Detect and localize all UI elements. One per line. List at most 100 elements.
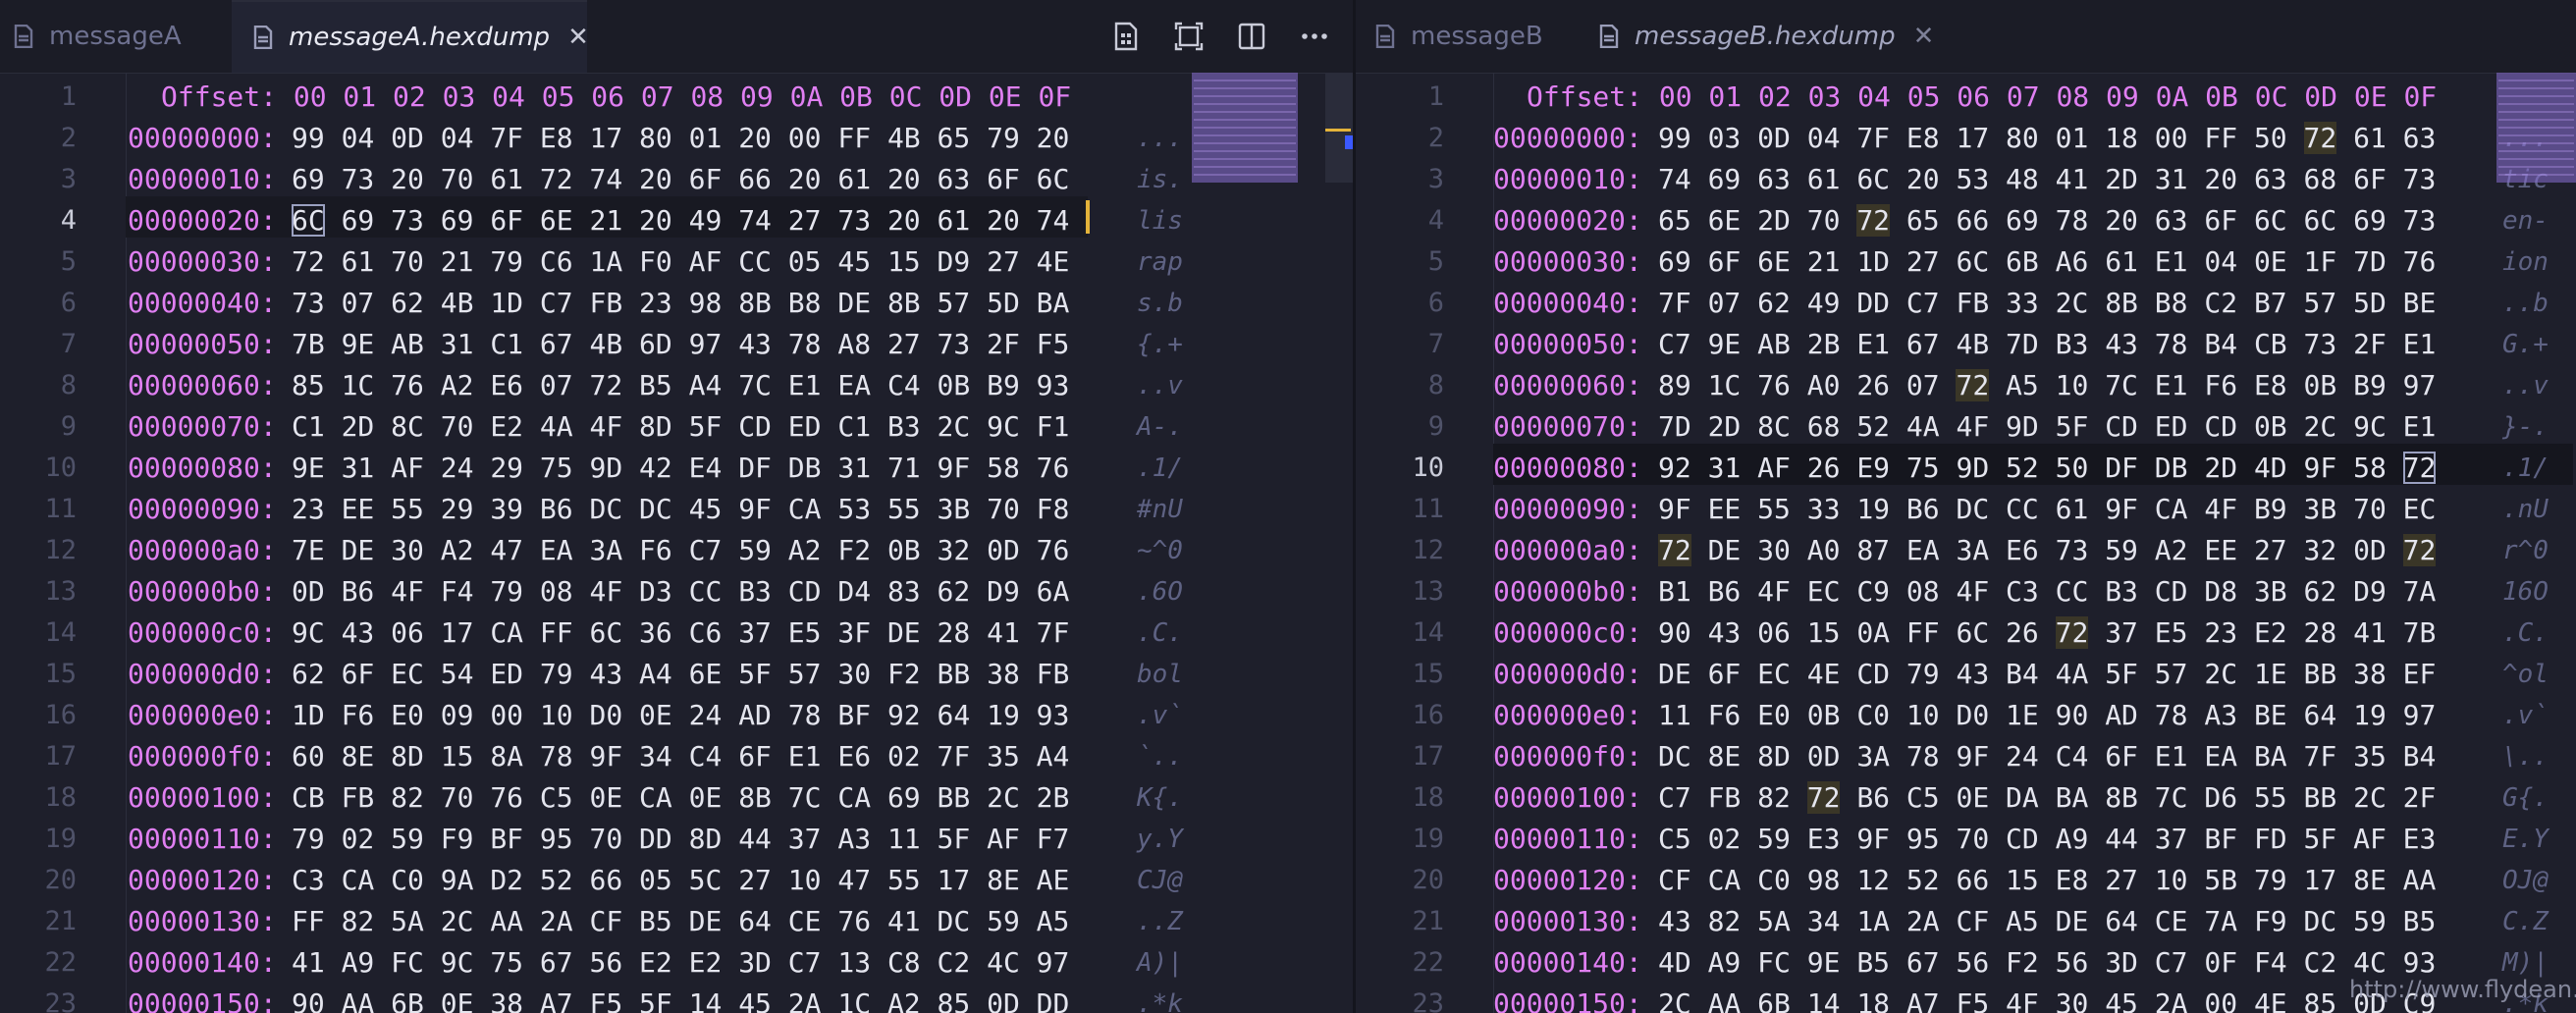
hex-byte[interactable]: 5F <box>938 823 971 855</box>
hex-byte[interactable]: 1C <box>1708 369 1742 401</box>
hex-byte[interactable]: 23 <box>639 287 672 319</box>
hex-byte[interactable]: 8E <box>1708 740 1742 773</box>
hex-byte[interactable]: 75 <box>540 452 573 484</box>
hex-byte[interactable]: 2B <box>1807 328 1841 360</box>
hex-byte[interactable]: E8 <box>540 122 573 154</box>
hex-byte[interactable]: 04 <box>342 122 375 154</box>
hex-byte[interactable]: 04 <box>441 122 474 154</box>
hex-byte[interactable]: CA <box>490 616 523 649</box>
hex-byte[interactable]: 69 <box>887 781 921 814</box>
hex-bytes[interactable]: 4D A9 FC 9E B5 67 56 F2 56 3D C7 0F F4 C… <box>1658 942 2436 984</box>
minimap[interactable] <box>1192 73 1353 183</box>
hex-byte[interactable]: 55 <box>887 864 921 896</box>
hex-bytes[interactable]: C7 9E AB 2B E1 67 4B 7D B3 43 78 B4 CB 7… <box>1658 324 2436 365</box>
hex-byte[interactable]: E1 <box>2403 410 2437 443</box>
hex-byte[interactable]: 8B <box>887 287 921 319</box>
hex-byte[interactable]: 3D <box>2105 946 2138 979</box>
hex-byte[interactable]: 6F <box>987 163 1020 195</box>
hex-byte[interactable]: 39 <box>490 493 523 525</box>
hex-byte[interactable]: 89 <box>1658 369 1691 401</box>
tab-messageB[interactable]: messageB <box>1356 0 1587 73</box>
hex-byte[interactable]: 21 <box>1807 245 1841 278</box>
hex-byte[interactable]: 2C <box>2353 781 2387 814</box>
hex-byte[interactable]: 66 <box>589 864 622 896</box>
hex-byte[interactable]: 98 <box>689 287 723 319</box>
hex-byte[interactable]: 69 <box>2353 204 2387 237</box>
hex-byte[interactable]: 17 <box>2304 864 2337 896</box>
hex-byte[interactable]: C2 <box>2204 287 2237 319</box>
hex-byte[interactable]: 82 <box>1708 905 1742 937</box>
hex-byte[interactable]: 61 <box>1807 163 1841 195</box>
hex-byte[interactable]: 59 <box>2353 905 2387 937</box>
hex-byte[interactable]: DC <box>639 493 672 525</box>
hex-byte[interactable]: BA <box>1037 287 1070 319</box>
hex-byte[interactable]: 52 <box>540 864 573 896</box>
hex-byte[interactable]: 45 <box>689 493 723 525</box>
hex-byte[interactable]: 0E <box>2254 245 2287 278</box>
hex-byte[interactable]: 0D <box>987 987 1020 1013</box>
hex-byte[interactable]: 67 <box>1906 328 1940 360</box>
hex-byte[interactable]: 72 <box>1856 204 1891 237</box>
hex-byte[interactable]: FB <box>589 287 622 319</box>
hex-bytes[interactable]: 23 EE 55 29 39 B6 DC DC 45 9F CA 53 55 3… <box>292 489 1069 530</box>
hex-byte[interactable]: 63 <box>2254 163 2287 195</box>
hex-byte[interactable]: 21 <box>441 245 474 278</box>
hex-byte[interactable]: 53 <box>1956 163 1989 195</box>
hex-byte[interactable]: E8 <box>2254 369 2287 401</box>
hex-byte[interactable]: BB <box>2304 781 2337 814</box>
hex-byte[interactable]: 1F <box>2304 245 2337 278</box>
hex-bytes[interactable]: 90 43 06 15 0A FF 6C 26 72 37 E5 23 E2 2… <box>1658 613 2436 654</box>
hex-byte[interactable]: 02 <box>887 740 921 773</box>
hex-byte[interactable]: 9E <box>1807 946 1841 979</box>
hex-byte[interactable]: 33 <box>1807 493 1841 525</box>
hex-byte[interactable]: 63 <box>2155 204 2188 237</box>
hex-byte[interactable]: 8C <box>391 410 424 443</box>
hex-byte[interactable]: D8 <box>2204 575 2237 608</box>
tab-messageA-hexdump[interactable]: messageA.hexdump ✕ <box>232 0 589 73</box>
hex-byte[interactable]: 2A <box>1906 905 1940 937</box>
hex-byte[interactable]: 62 <box>938 575 971 608</box>
hex-byte[interactable]: 79 <box>987 122 1020 154</box>
hex-byte[interactable]: C7 <box>540 287 573 319</box>
hex-byte[interactable]: 73 <box>938 328 971 360</box>
hex-byte[interactable]: E2 <box>639 946 672 979</box>
hex-byte[interactable]: 5A <box>391 905 424 937</box>
hex-byte[interactable]: DD <box>1037 987 1070 1013</box>
hex-byte[interactable]: 8A <box>490 740 523 773</box>
hex-bytes[interactable]: 69 73 20 70 61 72 74 20 6F 66 20 61 20 6… <box>292 159 1069 200</box>
hex-byte[interactable]: C6 <box>689 616 723 649</box>
hex-byte[interactable]: 78 <box>788 699 822 731</box>
hex-byte[interactable]: C2 <box>2304 946 2337 979</box>
hex-byte[interactable]: 6A <box>1037 575 1070 608</box>
hex-byte[interactable]: 93 <box>2403 946 2437 979</box>
hex-byte[interactable]: 74 <box>738 204 772 237</box>
hex-byte[interactable]: A3 <box>837 823 871 855</box>
hex-byte[interactable]: 02 <box>1708 823 1742 855</box>
hex-byte[interactable]: 44 <box>2105 823 2138 855</box>
hex-byte[interactable]: 14 <box>689 987 723 1013</box>
hex-byte[interactable]: 64 <box>2304 699 2337 731</box>
hex-byte[interactable]: 8C <box>1757 410 1791 443</box>
hex-byte[interactable]: 9C <box>441 946 474 979</box>
hex-byte[interactable]: 0B <box>1807 699 1841 731</box>
hex-byte[interactable]: B5 <box>2403 905 2437 937</box>
hex-bytes[interactable]: 89 1C 76 A0 26 07 72 A5 10 7C E1 F6 E8 0… <box>1658 365 2436 406</box>
hex-byte[interactable]: 42 <box>639 452 672 484</box>
hex-byte[interactable]: C7 <box>1658 328 1691 360</box>
hex-byte[interactable]: 65 <box>1906 204 1940 237</box>
hex-byte[interactable]: E6 <box>490 369 523 401</box>
hex-byte[interactable]: 57 <box>2304 287 2337 319</box>
hex-byte[interactable]: 19 <box>987 699 1020 731</box>
hex-byte[interactable]: 27 <box>1906 245 1940 278</box>
hex-bytes[interactable]: C5 02 59 E3 9F 95 70 CD A9 44 37 BF FD 5… <box>1658 819 2436 860</box>
hex-byte[interactable]: 1D <box>292 699 325 731</box>
hex-byte[interactable]: 19 <box>1856 493 1890 525</box>
hex-byte[interactable]: 85 <box>292 369 325 401</box>
hex-byte[interactable]: 5D <box>2353 287 2387 319</box>
hex-byte[interactable]: 34 <box>1807 905 1841 937</box>
hex-byte[interactable]: 30 <box>2056 987 2089 1013</box>
hex-byte[interactable]: 76 <box>837 905 871 937</box>
hex-byte[interactable]: D9 <box>938 245 971 278</box>
hex-byte[interactable]: A2 <box>788 534 822 566</box>
hex-byte[interactable]: 74 <box>1658 163 1691 195</box>
